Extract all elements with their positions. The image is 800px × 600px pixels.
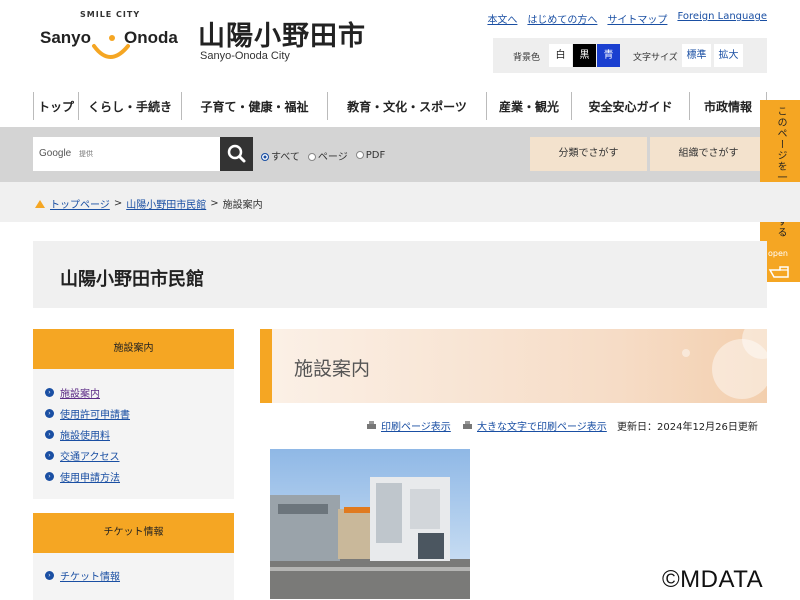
- content-heading-banner: 施設案内: [260, 329, 767, 403]
- sidebar-item-label[interactable]: チケット情報: [60, 568, 120, 583]
- breadcrumb-current: 施設案内: [222, 200, 263, 211]
- bullet-arrow-icon: ›: [45, 451, 54, 460]
- sidebar-item-label[interactable]: 交通アクセス: [60, 448, 120, 463]
- pointing-hand-icon: [768, 266, 789, 278]
- text-size-large-button[interactable]: 拡大: [714, 44, 743, 67]
- text-size-standard-button[interactable]: 標準: [682, 44, 711, 67]
- nav-living[interactable]: くらし・手続き: [78, 92, 181, 120]
- large-print-page-link-label[interactable]: 大きな文字で印刷ページ表示: [477, 418, 607, 433]
- sidebar-item-label[interactable]: 施設使用料: [60, 427, 110, 442]
- logo-text-left: Sanyo: [40, 28, 92, 47]
- sidebar-section-facility-title: 施設案内: [33, 329, 234, 369]
- nav-childcare-health[interactable]: 子育て・健康・福祉: [181, 92, 327, 120]
- sitemap-link[interactable]: サイトマップ: [607, 11, 667, 26]
- sidebar-section-facility-list: › 施設案内 › 使用許可申請書 › 施設使用料 › 交通アクセス › 使用申請方法: [33, 369, 234, 499]
- utility-links: 本文へ はじめての方へ サイトマップ Foreign Language: [487, 11, 767, 26]
- sidebar-item-apply-method[interactable]: › 使用申請方法: [45, 469, 120, 484]
- radio-dot-icon: [355, 151, 364, 159]
- search-input[interactable]: Google 提供: [33, 137, 220, 171]
- sidebar-item-facility-guide[interactable]: › 施設案内: [45, 385, 100, 400]
- sidebar-item-access[interactable]: › 交通アクセス: [45, 448, 120, 463]
- search-by-organization-button[interactable]: 組織でさがす: [650, 137, 767, 171]
- facility-photo: [270, 449, 470, 599]
- city-name-jp: 山陽小野田市: [198, 21, 366, 52]
- search-band: Google 提供 すべて ページ PDF 分類でさがす 組織でさがす: [0, 127, 800, 182]
- breadcrumb-home-link[interactable]: トップページ: [50, 196, 110, 211]
- breadcrumb-separator: >: [113, 198, 123, 209]
- bg-blue-button[interactable]: 青: [597, 44, 620, 67]
- google-label: Google: [39, 148, 72, 159]
- sidebar-item-permit-form[interactable]: › 使用許可申請書: [45, 406, 130, 421]
- bullet-arrow-icon: ›: [45, 430, 54, 439]
- bg-black-button[interactable]: 黒: [573, 44, 596, 67]
- site-header: SMILE CITY Sanyo Onoda 山陽小野田市 Sanyo-Onod…: [0, 0, 800, 88]
- search-scope-options: すべて ページ PDF: [261, 148, 385, 163]
- nav-top[interactable]: トップ: [33, 92, 78, 120]
- nav-safety-guide[interactable]: 安全安心ガイド: [571, 92, 689, 120]
- large-print-page-link[interactable]: 大きな文字で印刷ページ表示: [462, 418, 607, 433]
- save-page-open-label: open: [768, 249, 788, 258]
- printer-icon: [463, 420, 472, 429]
- home-icon: [35, 199, 45, 208]
- nav-industry-tourism[interactable]: 産業・観光: [486, 92, 571, 120]
- scope-page-radio[interactable]: ページ: [307, 148, 348, 163]
- logo-tagline: SMILE CITY: [80, 10, 141, 19]
- content-heading: 施設案内: [294, 358, 371, 380]
- updated-date: 更新日：2024年12月26日更新: [617, 422, 758, 433]
- bullet-arrow-icon: ›: [45, 571, 54, 580]
- sidebar-item-label[interactable]: 施設案内: [60, 385, 100, 400]
- radio-dot-icon: [307, 153, 316, 161]
- scope-pdf-radio[interactable]: PDF: [355, 150, 385, 161]
- display-settings: 背景色 白 黒 青 文字サイズ 標準 拡大: [493, 38, 767, 73]
- print-page-link-label[interactable]: 印刷ページ表示: [381, 418, 451, 433]
- bullet-arrow-icon: ›: [45, 409, 54, 418]
- breadcrumb-parent-link[interactable]: 山陽小野田市民館: [126, 196, 206, 211]
- bg-color-label: 背景色: [513, 53, 541, 63]
- global-nav: トップ くらし・手続き 子育て・健康・福祉 教育・文化・スポーツ 産業・観光 安…: [33, 92, 767, 120]
- bg-white-button[interactable]: 白: [549, 44, 572, 67]
- decorative-bubble: [682, 349, 690, 357]
- breadcrumb: トップページ > 山陽小野田市民館 > 施設案内: [0, 182, 800, 222]
- sidebar-section-ticket-title: チケット情報: [33, 513, 234, 553]
- scope-all-radio[interactable]: すべて: [261, 148, 300, 163]
- nav-education-culture[interactable]: 教育・文化・スポーツ: [327, 92, 486, 120]
- search-button[interactable]: [220, 137, 253, 171]
- radio-dot-icon: [261, 153, 269, 161]
- nav-city-info[interactable]: 市政情報: [689, 92, 767, 120]
- breadcrumb-separator: >: [210, 198, 219, 209]
- print-page-link[interactable]: 印刷ページ表示: [366, 418, 451, 433]
- sidebar-item-fees[interactable]: › 施設使用料: [45, 427, 110, 442]
- logo-text-right: Onoda: [124, 28, 178, 47]
- page-title: 山陽小野田市民館: [60, 269, 204, 290]
- printer-icon: [367, 420, 376, 429]
- provided-label: 提供: [79, 150, 93, 158]
- skip-to-content-link[interactable]: 本文へ: [487, 11, 517, 26]
- sidebar-section-ticket-list: › チケット情報: [33, 553, 234, 600]
- bullet-arrow-icon: ›: [45, 472, 54, 481]
- city-name-en: Sanyo-Onoda City: [200, 50, 290, 62]
- page-title-box: 山陽小野田市民館: [33, 241, 767, 308]
- sidebar-item-label[interactable]: 使用申請方法: [60, 469, 120, 484]
- bullet-arrow-icon: ›: [45, 388, 54, 397]
- text-size-label: 文字サイズ: [633, 53, 678, 63]
- foreign-language-link[interactable]: Foreign Language: [677, 11, 767, 26]
- copyright-watermark: ©MDATA: [662, 566, 764, 593]
- sidebar-item-label[interactable]: 使用許可申請書: [60, 406, 130, 421]
- page-tools: 印刷ページ表示 大きな文字で印刷ページ表示 更新日：2024年12月26日更新: [260, 418, 767, 433]
- search-by-category-button[interactable]: 分類でさがす: [530, 137, 647, 171]
- site-logo[interactable]: SMILE CITY Sanyo Onoda: [40, 10, 190, 72]
- first-visit-link[interactable]: はじめての方へ: [527, 11, 597, 26]
- search-icon: [227, 144, 246, 163]
- sidebar-item-ticket-info[interactable]: › チケット情報: [45, 568, 120, 583]
